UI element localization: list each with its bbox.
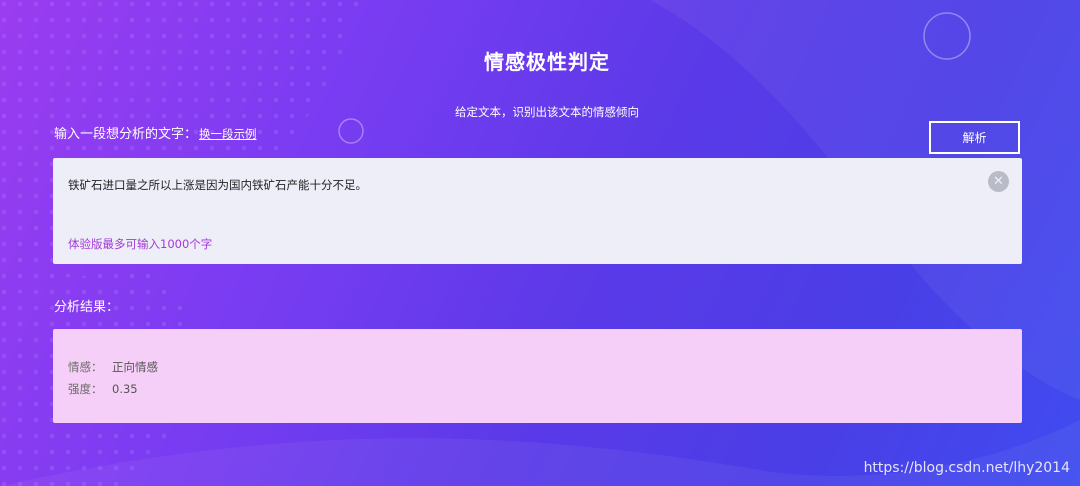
input-text[interactable]: 铁矿石进口量之所以上涨是因为国内铁矿石产能十分不足。 <box>68 177 367 193</box>
result-panel: 情感： 正向情感 强度： 0.35 <box>53 329 1022 423</box>
strength-key: 强度： <box>68 382 103 396</box>
sentiment-value: 正向情感 <box>112 360 158 374</box>
analyze-button[interactable]: 解析 <box>929 121 1020 154</box>
strength-value: 0.35 <box>112 382 138 396</box>
change-example-link[interactable]: 换一段示例 <box>199 127 257 141</box>
text-input-area[interactable]: 铁矿石进口量之所以上涨是因为国内铁矿石产能十分不足。 ✕ 体验版最多可输入100… <box>53 158 1022 264</box>
sentiment-key: 情感： <box>68 360 103 374</box>
result-label: 分析结果： <box>54 300 120 315</box>
strength-row: 强度： 0.35 <box>68 381 138 397</box>
close-circle-icon[interactable]: ✕ <box>988 171 1009 192</box>
input-limit-note: 体验版最多可输入1000个字 <box>68 237 213 251</box>
input-label: 输入一段想分析的文字： <box>54 127 198 142</box>
watermark: https://blog.csdn.net/lhy2014 <box>863 460 1070 476</box>
sentiment-row: 情感： 正向情感 <box>68 359 158 375</box>
page-subtitle: 给定文本，识别出该文本的情感倾向 <box>455 105 639 119</box>
input-label-row: 输入一段想分析的文字： 换一段示例 <box>54 123 257 142</box>
page-title: 情感极性判定 <box>484 50 610 74</box>
